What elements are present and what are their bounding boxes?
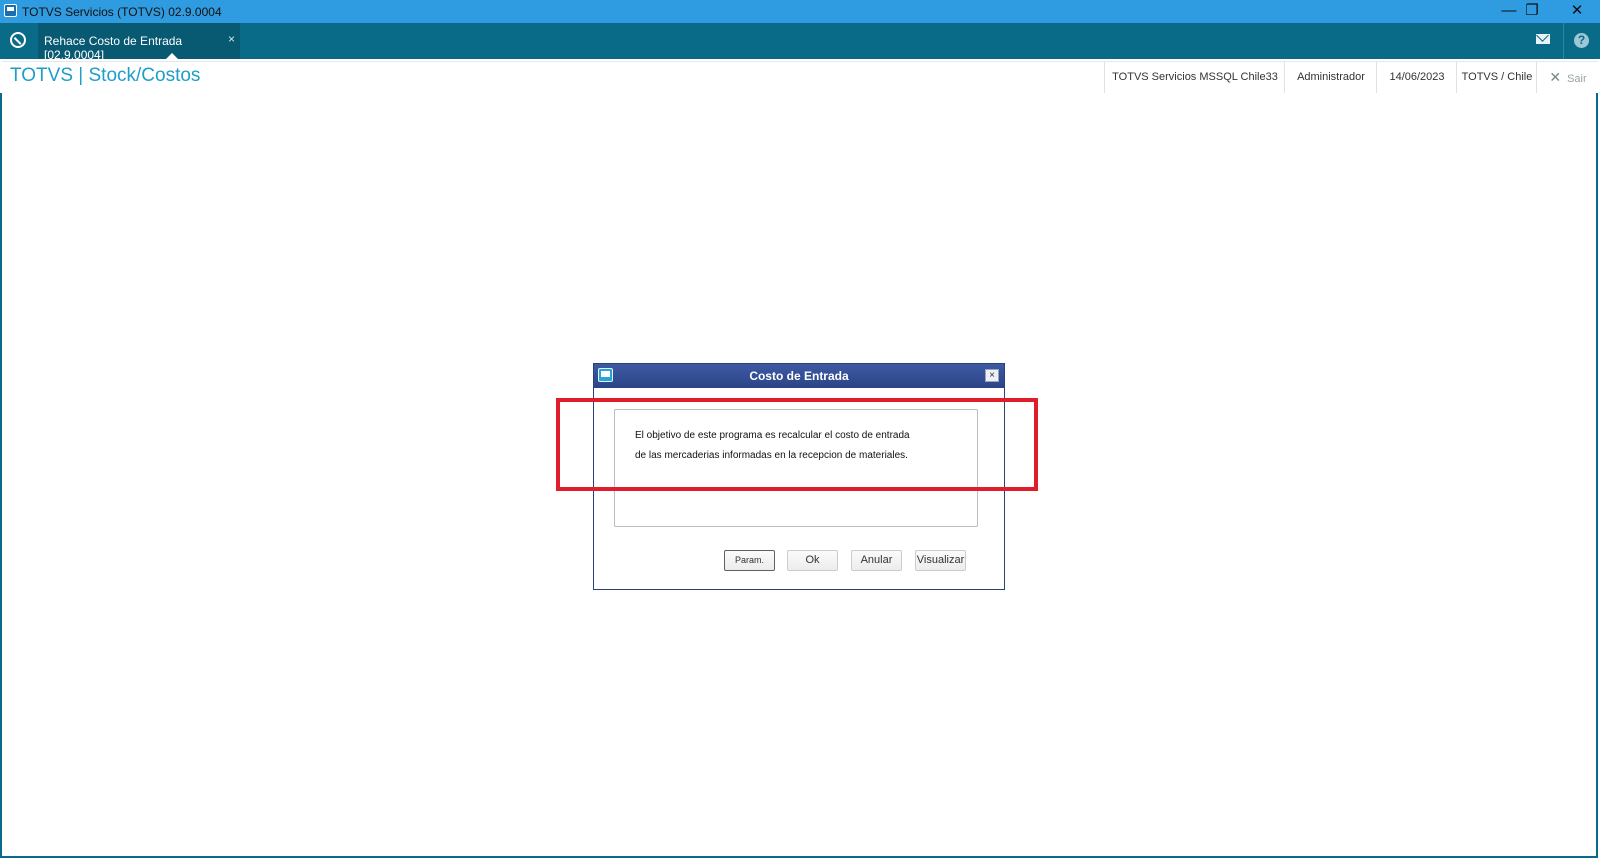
user-info: Administrador xyxy=(1284,62,1377,93)
ok-button[interactable]: Ok xyxy=(787,550,838,571)
dialog-close-button[interactable]: × xyxy=(985,369,999,382)
costo-de-entrada-dialog: Costo de Entrada × El objetivo de este p… xyxy=(593,363,1005,590)
help-icon[interactable]: ? xyxy=(1574,33,1589,48)
app-window-icon xyxy=(4,4,17,17)
message-line: El objetivo de este programa es recalcul… xyxy=(635,430,910,441)
message-box: El objetivo de este programa es recalcul… xyxy=(614,409,978,527)
anular-button[interactable]: Anular xyxy=(851,550,902,571)
divider xyxy=(1563,23,1564,59)
visualizar-button[interactable]: Visualizar xyxy=(915,550,966,571)
dialog-titlebar: Costo de Entrada × xyxy=(594,364,1004,388)
module-title: TOTVS | Stock/Costos xyxy=(10,65,201,86)
exit-button[interactable]: ✕ Sair xyxy=(1536,62,1599,93)
company-info: TOTVS / Chile xyxy=(1456,62,1537,93)
window-title: TOTVS Servicios (TOTVS) 02.9.0004 xyxy=(22,5,222,19)
mail-icon[interactable] xyxy=(1536,34,1550,44)
active-tab-caret-icon xyxy=(166,53,178,59)
window-titlebar: TOTVS Servicios (TOTVS) 02.9.0004 — ❐ ✕ xyxy=(0,0,1600,23)
date-info: 14/06/2023 xyxy=(1376,62,1457,93)
tab-rehace-costo-de-entrada[interactable]: Rehace Costo de Entrada [02.9.0004] × xyxy=(38,23,240,62)
message-line: de las mercaderias informadas en la rece… xyxy=(635,450,908,461)
tab-close-icon[interactable]: × xyxy=(228,32,235,46)
tab-label: Rehace Costo de Entrada [02.9.0004] xyxy=(44,34,183,62)
app-tabbar: Rehace Costo de Entrada [02.9.0004] × ? xyxy=(0,23,1600,62)
param-button[interactable]: Param. xyxy=(724,550,775,571)
restore-button[interactable]: ❐ xyxy=(1509,0,1555,23)
environment-info: TOTVS Servicios MSSQL Chile33 xyxy=(1104,62,1285,93)
exit-label: Sair xyxy=(1567,73,1587,85)
totvs-logo-icon[interactable] xyxy=(10,32,26,48)
close-window-button[interactable]: ✕ xyxy=(1554,0,1600,23)
exit-icon: ✕ xyxy=(1549,69,1562,85)
module-header: TOTVS | Stock/Costos TOTVS Servicios MSS… xyxy=(2,61,1598,94)
dialog-title: Costo de Entrada xyxy=(749,369,849,383)
